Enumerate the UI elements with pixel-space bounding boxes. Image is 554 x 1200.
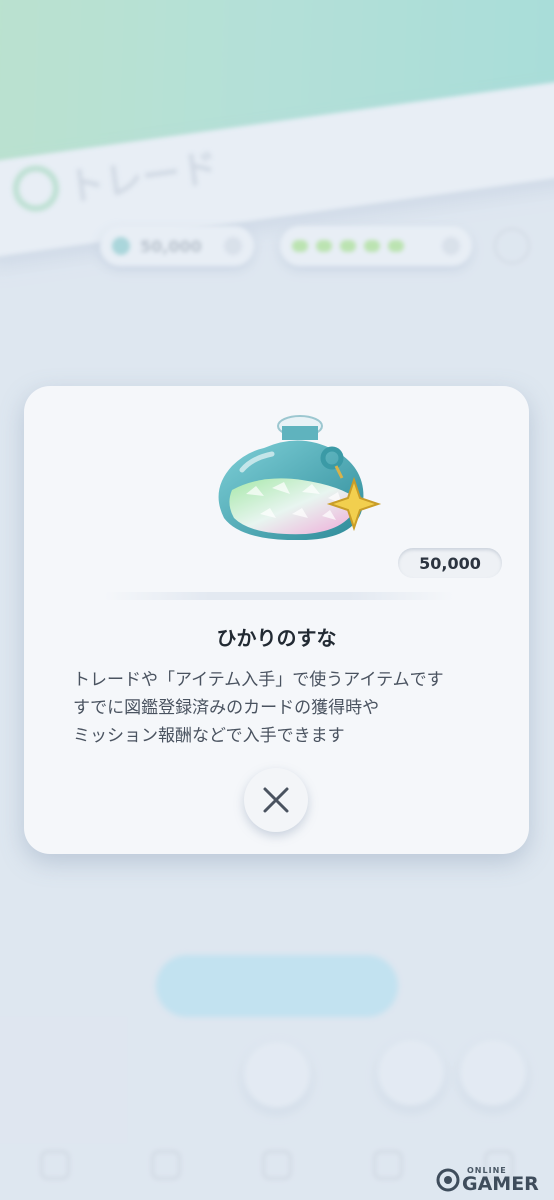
watermark-logo: ONLINE GAMER <box>436 1166 548 1195</box>
divider <box>104 592 454 600</box>
item-amount-badge: 50,000 <box>398 548 502 578</box>
watermark-gamer: GAMER <box>462 1173 539 1195</box>
description-line: ミッション報酬などで入手できます <box>73 726 345 746</box>
item-description: トレードや「アイテム入手」で使うアイテムです すでに図鑑登録済みのカードの獲得時… <box>73 666 503 750</box>
close-icon <box>263 787 289 813</box>
sand-bottle-icon <box>218 415 382 540</box>
item-name: ひかりのすな <box>216 626 337 650</box>
close-button[interactable] <box>244 768 308 832</box>
description-line: トレードや「アイテム入手」で使うアイテムです <box>73 670 444 690</box>
description-line: すでに図鑑登録済みのカードの獲得時や <box>73 698 380 718</box>
item-detail-dialog: 50,000 ひかりのすな トレードや「アイテム入手」で使うアイテムです すでに… <box>24 386 529 854</box>
watermark-icon <box>436 1168 460 1192</box>
